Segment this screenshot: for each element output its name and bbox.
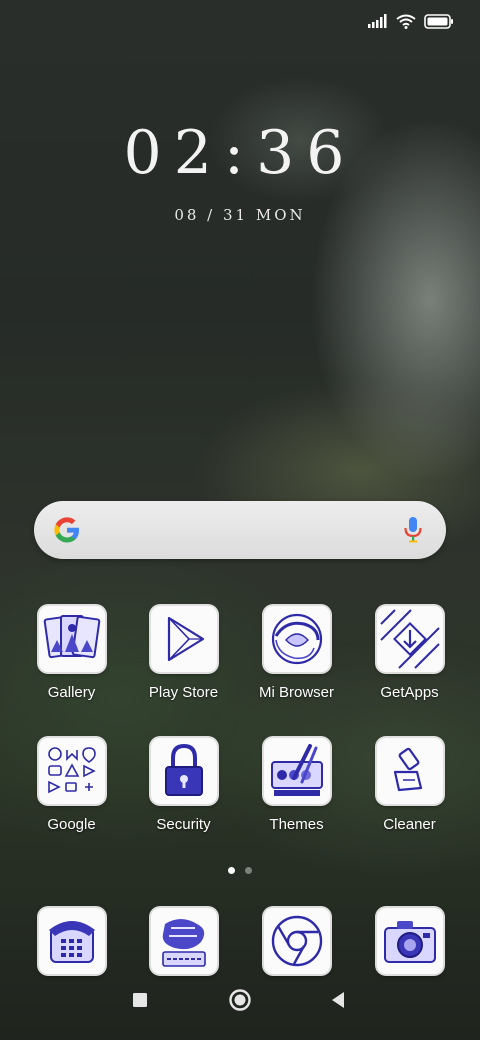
- chrome-icon: [263, 908, 330, 974]
- clock-date[interactable]: 08 / 31 MON: [0, 206, 480, 224]
- dock-phone[interactable]: [15, 908, 128, 974]
- dock-messaging[interactable]: [127, 908, 240, 974]
- app-mi-browser[interactable]: Mi Browser: [240, 606, 353, 701]
- app-themes[interactable]: Themes: [240, 738, 353, 833]
- wifi-icon: [396, 14, 416, 29]
- signal-icon: [368, 14, 387, 28]
- cleaner-icon: [376, 738, 443, 804]
- themes-icon: [263, 738, 330, 804]
- app-gallery[interactable]: Gallery: [15, 606, 128, 701]
- app-google-folder[interactable]: Google: [15, 738, 128, 833]
- page-indicator[interactable]: [0, 867, 480, 874]
- app-play-store[interactable]: Play Store: [127, 606, 240, 701]
- app-label: Themes: [269, 816, 324, 833]
- battery-icon: [424, 13, 453, 29]
- app-label: Google: [47, 816, 96, 833]
- google-search-bar[interactable]: [34, 501, 446, 559]
- getapps-icon: [376, 606, 443, 672]
- app-label: Gallery: [47, 684, 96, 701]
- microphone-icon[interactable]: [402, 515, 424, 545]
- page-dot[interactable]: [245, 867, 252, 874]
- google-folder-icon: [38, 738, 105, 804]
- mi-browser-icon: [263, 606, 330, 672]
- google-g-icon: [54, 517, 79, 543]
- gallery-icon: [38, 606, 105, 672]
- app-label: Mi Browser: [258, 684, 334, 701]
- navigation-bar: [0, 988, 480, 1040]
- app-security[interactable]: Security: [127, 738, 240, 833]
- status-bar: [368, 10, 454, 32]
- app-label: Cleaner: [383, 816, 436, 833]
- app-label: GetApps: [380, 684, 439, 701]
- back-button[interactable]: [330, 991, 346, 1009]
- app-label: Security: [156, 816, 211, 833]
- dock-camera[interactable]: [353, 908, 466, 974]
- play-store-icon: [150, 606, 217, 672]
- recents-button[interactable]: [132, 992, 148, 1008]
- phone-icon: [38, 908, 105, 974]
- page-dot-active[interactable]: [228, 867, 235, 874]
- home-button[interactable]: [228, 988, 252, 1012]
- app-label: Play Store: [148, 684, 219, 701]
- camera-icon: [376, 908, 443, 974]
- dock-chrome[interactable]: [240, 908, 353, 974]
- app-cleaner[interactable]: Cleaner: [353, 738, 466, 833]
- messaging-icon: [150, 908, 217, 974]
- clock-time[interactable]: 02:36: [0, 118, 480, 188]
- app-getapps[interactable]: GetApps: [353, 606, 466, 701]
- security-icon: [150, 738, 217, 804]
